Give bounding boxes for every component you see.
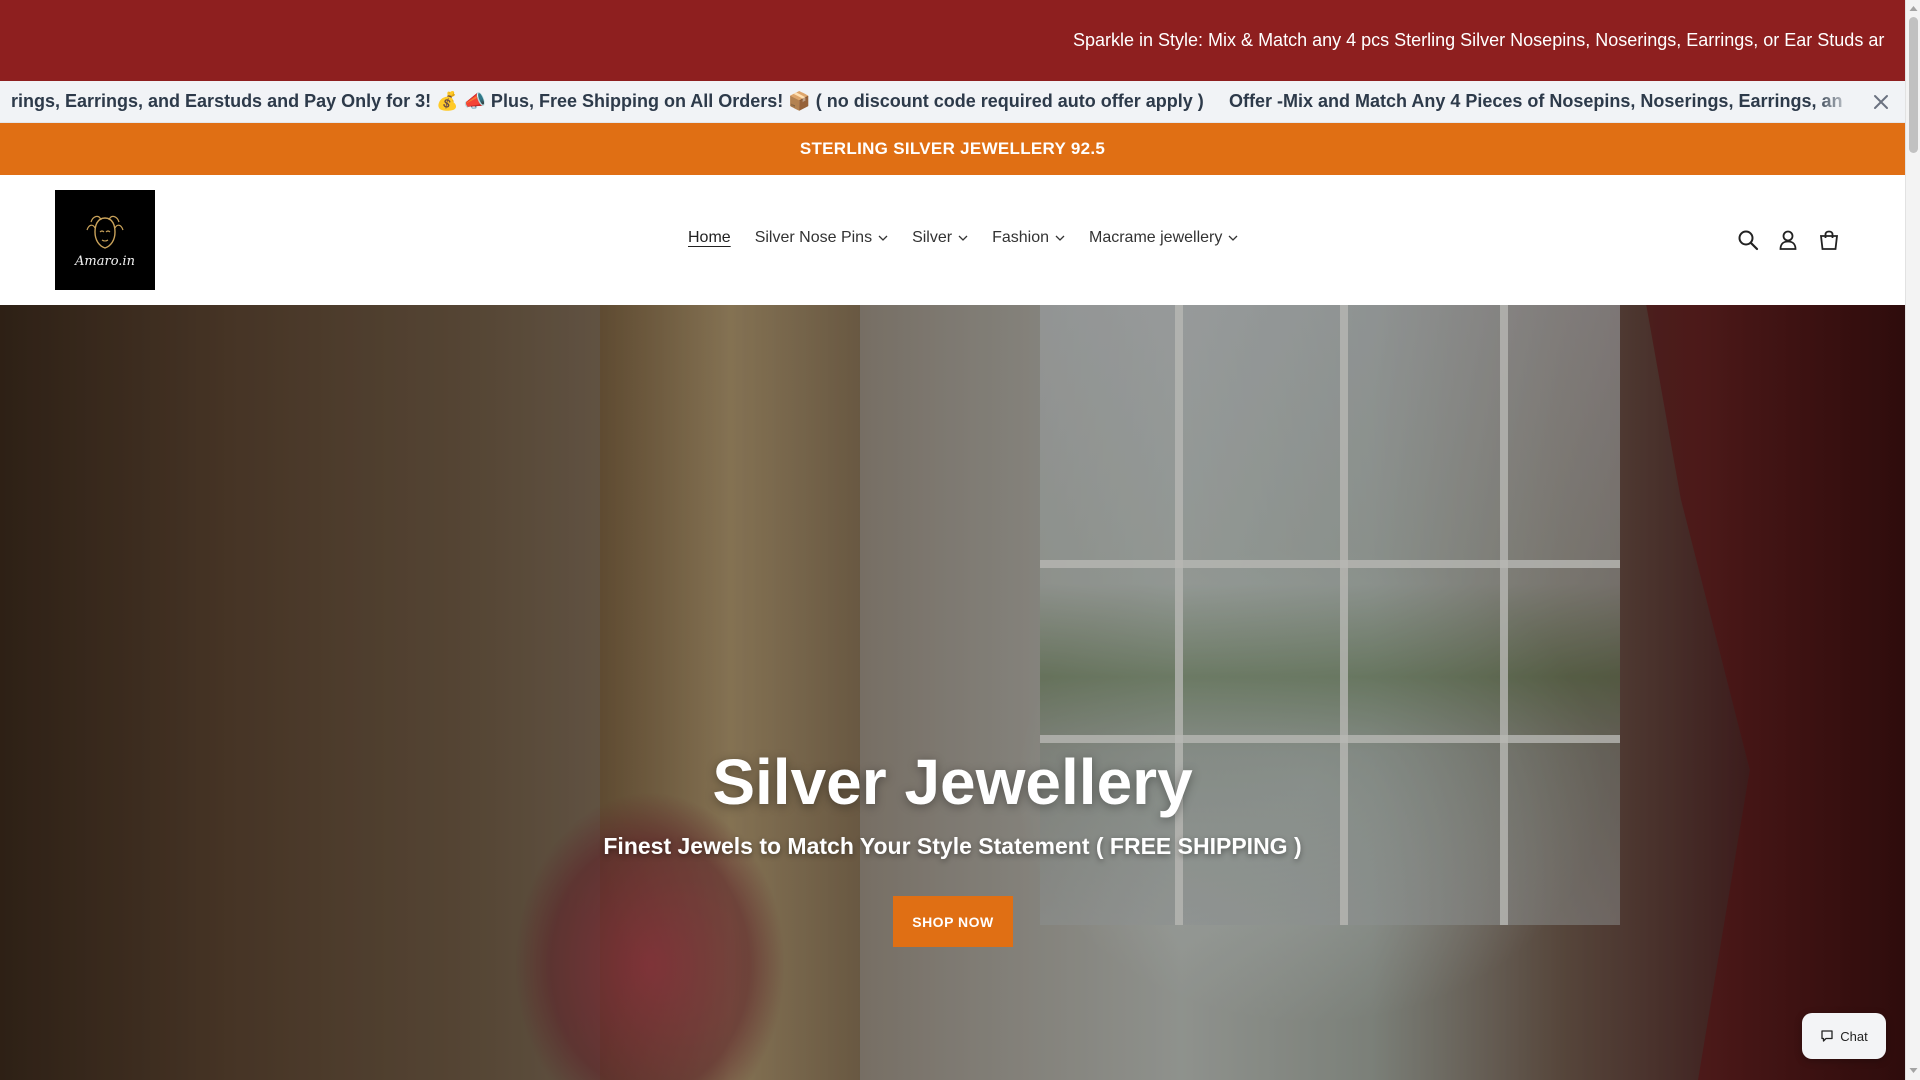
- nav-fashion-label: Fashion: [992, 229, 1049, 246]
- announcement-bar: STERLING SILVER JEWELLERY 92.5: [0, 123, 1905, 175]
- offer-marquee-text-repeat: Offer -Mix and Match Any 4 Pieces of Nos…: [1229, 91, 1843, 111]
- nav-home[interactable]: Home: [688, 229, 731, 247]
- chevron-down-icon: [1228, 235, 1238, 241]
- site-header: Amaro.in Home Silver Nose Pins Silver Fa…: [0, 175, 1905, 305]
- chat-icon: [1821, 1030, 1833, 1042]
- hero-title: Silver Jewellery: [712, 746, 1193, 818]
- account-icon: [1779, 230, 1797, 250]
- search-icon: [1738, 230, 1759, 251]
- top-marquee-bar: Sparkle in Style: Mix & Match any 4 pcs …: [0, 0, 1905, 81]
- offer-marquee-text: rings, Earrings, and Earstuds and Pay On…: [11, 91, 1204, 111]
- account-button[interactable]: [1775, 227, 1801, 253]
- hero-subtitle: Finest Jewels to Match Your Style Statem…: [603, 833, 1302, 859]
- nav-home-label: Home: [688, 229, 731, 246]
- nav-silver[interactable]: Silver: [912, 229, 968, 247]
- shop-now-button[interactable]: SHOP NOW: [893, 896, 1013, 947]
- scroll-up-icon[interactable]: [1909, 4, 1918, 12]
- hero-banner: Silver Jewellery Finest Jewels to Match …: [0, 305, 1905, 1080]
- nav-fashion[interactable]: Fashion: [992, 229, 1065, 247]
- scroll-down-icon[interactable]: [1909, 1067, 1918, 1075]
- main-nav: Home Silver Nose Pins Silver Fashion Mac…: [688, 229, 1238, 247]
- announcement-text: STERLING SILVER JEWELLERY 92.5: [799, 139, 1106, 158]
- top-marquee-text: Sparkle in Style: Mix & Match any 4 pcs …: [1073, 30, 1885, 50]
- chat-label: Chat: [1840, 1028, 1868, 1044]
- hero-overlay: [0, 305, 1905, 1080]
- cart-button[interactable]: [1816, 227, 1842, 253]
- logo[interactable]: Amaro.in: [55, 190, 155, 290]
- logo-face-icon: [86, 215, 124, 249]
- chevron-down-icon: [958, 235, 968, 241]
- close-icon: [1874, 95, 1888, 109]
- nav-silver-nose-pins-label: Silver Nose Pins: [754, 229, 873, 246]
- chevron-down-icon: [1055, 235, 1065, 241]
- scrollbar-thumb[interactable]: [1909, 17, 1918, 153]
- nav-silver-nose-pins[interactable]: Silver Nose Pins: [755, 229, 888, 247]
- chat-button[interactable]: Chat: [1802, 1013, 1886, 1059]
- nav-macrame-jewellery-label: Macrame jewellery: [1089, 229, 1223, 246]
- nav-silver-label: Silver: [912, 229, 953, 246]
- page-scrollbar[interactable]: [1905, 0, 1920, 1080]
- offer-marquee-bar: rings, Earrings, and Earstuds and Pay On…: [0, 81, 1905, 123]
- close-offer-button[interactable]: [1870, 91, 1892, 113]
- page: Sparkle in Style: Mix & Match any 4 pcs …: [0, 0, 1905, 1080]
- search-button[interactable]: [1735, 227, 1761, 253]
- chevron-down-icon: [878, 235, 888, 241]
- nav-macrame-jewellery[interactable]: Macrame jewellery: [1089, 229, 1238, 247]
- cart-icon: [1819, 230, 1839, 250]
- logo-text: Amaro.in: [75, 253, 135, 269]
